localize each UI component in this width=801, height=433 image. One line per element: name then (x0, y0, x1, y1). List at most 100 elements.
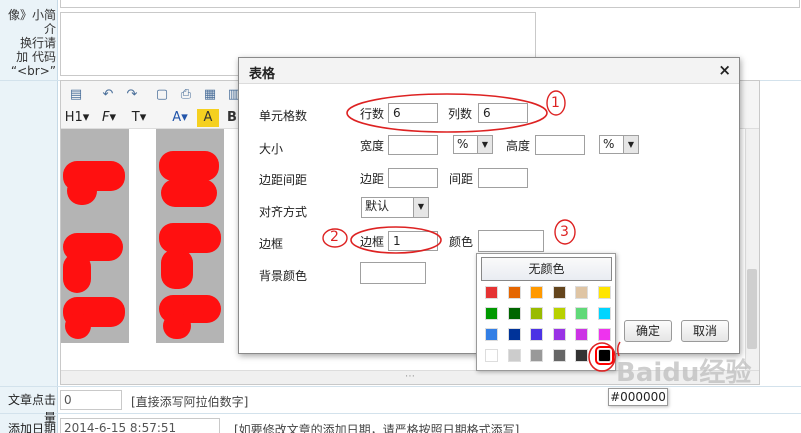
page: 像》小简介 换行请 加 代码 “<br>” ▤ ↶ ↷ ▢ ⎙ ▦ ▥ H1▾ … (0, 0, 801, 433)
color-label: 颜色 (449, 235, 474, 249)
color-swatch[interactable] (485, 307, 498, 320)
rows-input[interactable]: 6 (388, 103, 438, 123)
print-icon[interactable]: ⎙ (177, 86, 195, 104)
date-label: 添加日期 (7, 422, 56, 433)
size-label: 大小 (259, 142, 284, 156)
intro-label: 像》小简介 换行请 加 代码 “<br>” (7, 8, 56, 78)
border-field-label: 边框 (360, 235, 385, 249)
heading-button[interactable]: H1▾ (63, 109, 91, 127)
heading-label: H1 (64, 110, 83, 125)
redo-icon[interactable]: ↷ (123, 86, 141, 104)
color-swatch[interactable] (507, 328, 521, 341)
chevron-down-icon: ▼ (623, 136, 638, 153)
previous-field[interactable] (60, 0, 800, 8)
padding-label: 边距 (360, 172, 385, 186)
color-swatch[interactable] (530, 328, 543, 341)
color-swatch[interactable] (575, 286, 588, 299)
annotation-number-two: 2 (330, 229, 339, 245)
height-label: 高度 (506, 139, 531, 153)
border-input[interactable]: 1 (388, 231, 438, 251)
width-unit-select[interactable]: % ▼ (453, 135, 493, 154)
bold-button[interactable]: B (225, 109, 239, 127)
redaction-mark (159, 151, 219, 181)
redaction-mark (163, 313, 191, 339)
height-input[interactable] (535, 135, 585, 155)
padding-input[interactable] (388, 168, 438, 188)
redaction-mark (161, 179, 217, 207)
color-swatch[interactable] (530, 349, 543, 362)
scroll-thumb[interactable] (747, 269, 757, 349)
align-select[interactable]: 默认 ▼ (361, 197, 429, 218)
annotation-number-one: 1 (551, 95, 560, 111)
align-value: 默认 (365, 199, 390, 213)
color-tooltip: #000000 (608, 388, 668, 406)
color-swatch[interactable] (485, 328, 498, 341)
watermark: Baidu经验 (616, 358, 752, 388)
cols-input[interactable]: 6 (478, 103, 528, 123)
date-input[interactable]: 2014-6-15 8:57:51 (60, 418, 220, 433)
chevron-down-icon: ▼ (413, 198, 428, 217)
color-swatch[interactable] (485, 349, 498, 362)
annotation-number-three: 3 (560, 224, 569, 240)
no-color-button[interactable]: 无颜色 (481, 257, 612, 281)
font-color-button[interactable]: A▾ (169, 109, 191, 127)
color-swatch[interactable] (530, 307, 543, 320)
redaction-mark (159, 223, 221, 253)
size-label: T (131, 110, 140, 125)
color-swatch[interactable] (575, 307, 588, 320)
undo-icon[interactable]: ↶ (99, 86, 117, 104)
color-swatch[interactable] (575, 328, 588, 341)
color-swatch[interactable] (507, 349, 521, 362)
cells-label: 单元格数 (259, 109, 308, 123)
gap-label: 间距 (449, 172, 474, 186)
bg-color-swatch[interactable] (360, 262, 426, 284)
chevron-down-icon: ▼ (477, 136, 492, 153)
close-icon[interactable]: × (718, 61, 731, 79)
highlight-button[interactable]: A (197, 109, 219, 127)
clicks-hint: [直接添写阿拉伯数字] (131, 395, 249, 409)
width-input[interactable] (388, 135, 438, 155)
width-unit-value: % (457, 137, 469, 151)
color-swatch[interactable] (575, 349, 588, 362)
color-swatch[interactable] (530, 286, 543, 299)
color-swatch[interactable] (597, 328, 611, 341)
height-unit-select[interactable]: % ▼ (599, 135, 639, 154)
editor-scrollbar[interactable] (745, 129, 759, 371)
preview-icon[interactable]: ▢ (153, 86, 171, 104)
color-label: A (172, 110, 182, 125)
dialog-titlebar[interactable]: 表格 × (239, 58, 739, 84)
height-unit-value: % (603, 137, 615, 151)
color-swatch[interactable] (507, 286, 521, 299)
redaction-mark (63, 253, 91, 293)
border-color-swatch[interactable] (478, 230, 544, 252)
clicks-input[interactable]: 0 (60, 390, 122, 410)
color-swatch[interactable] (507, 307, 521, 320)
color-swatch[interactable] (552, 307, 566, 320)
width-label: 宽度 (360, 139, 385, 153)
redaction-mark (65, 313, 91, 339)
color-swatch[interactable] (552, 349, 566, 362)
ok-button[interactable]: 确定 (624, 320, 672, 342)
redaction-mark (67, 177, 97, 205)
cancel-button[interactable]: 取消 (681, 320, 729, 342)
color-picker: 无颜色 (476, 253, 616, 371)
color-swatch[interactable] (485, 286, 498, 299)
gap-input[interactable] (478, 168, 528, 188)
divider (0, 413, 801, 414)
border-label: 边框 (259, 237, 284, 251)
paste-icon[interactable]: ▤ (67, 86, 85, 104)
color-swatch[interactable] (597, 286, 611, 299)
template-icon[interactable]: ▦ (201, 86, 219, 104)
color-swatch[interactable] (552, 328, 566, 341)
align-label: 对齐方式 (259, 205, 308, 219)
color-swatch[interactable] (552, 286, 566, 299)
cols-label: 列数 (448, 107, 473, 121)
font-label: F (101, 110, 110, 125)
font-family-button[interactable]: F▾ (97, 109, 121, 127)
dialog-title: 表格 (249, 67, 276, 82)
bg-color-label: 背景颜色 (259, 269, 308, 283)
color-swatch[interactable] (597, 307, 611, 320)
spacing-label: 边距间距 (259, 173, 308, 187)
color-swatch[interactable] (594, 346, 614, 365)
font-size-button[interactable]: T▾ (127, 109, 151, 127)
